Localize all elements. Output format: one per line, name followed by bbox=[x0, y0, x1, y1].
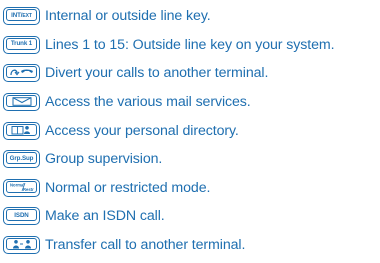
key-description: Access your personal directory. bbox=[45, 122, 239, 139]
divert-calls-key-icon bbox=[3, 64, 40, 83]
key-description: Access the various mail services. bbox=[45, 94, 251, 111]
key-description: Transfer call to another terminal. bbox=[45, 237, 246, 254]
key-description: Internal or outside line key. bbox=[45, 8, 211, 25]
key-description: Divert your calls to another terminal. bbox=[45, 65, 269, 82]
isdn-key-icon: ISDN bbox=[3, 207, 40, 226]
personal-directory-key-icon bbox=[3, 121, 40, 140]
svg-text:Restr: Restr bbox=[23, 187, 34, 192]
key-description: Make an ISDN call. bbox=[45, 208, 165, 225]
key-description: Normal or restricted mode. bbox=[45, 179, 211, 196]
list-item: Access the various mail services. bbox=[3, 88, 379, 117]
list-item: Grp.Sup Group supervision. bbox=[3, 145, 379, 174]
list-item: ISDN Make an ISDN call. bbox=[3, 202, 379, 231]
trunk-key-icon: Trunk 1 bbox=[3, 35, 40, 54]
key-description: Lines 1 to 15: Outside line key on your … bbox=[45, 36, 335, 53]
list-item: Trunk 1 Lines 1 to 15: Outside line key … bbox=[3, 31, 379, 60]
list-item: INT/EXT Internal or outside line key. bbox=[3, 2, 379, 31]
key-description: Group supervision. bbox=[45, 151, 163, 168]
normal-restricted-key-icon: Normal Restr bbox=[3, 178, 40, 197]
list-item: Transfer call to another terminal. bbox=[3, 231, 379, 260]
mail-envelope-key-icon bbox=[3, 93, 40, 112]
group-supervision-key-icon: Grp.Sup bbox=[3, 150, 40, 169]
list-item: Access your personal directory. bbox=[3, 116, 379, 145]
list-item: Divert your calls to another terminal. bbox=[3, 59, 379, 88]
int-ext-key-icon: INT/EXT bbox=[3, 7, 40, 26]
transfer-call-key-icon bbox=[3, 236, 40, 255]
list-item: Normal Restr Normal or restricted mode. bbox=[3, 174, 379, 203]
key-description-list: INT/EXT Internal or outside line key. Tr… bbox=[3, 2, 379, 259]
